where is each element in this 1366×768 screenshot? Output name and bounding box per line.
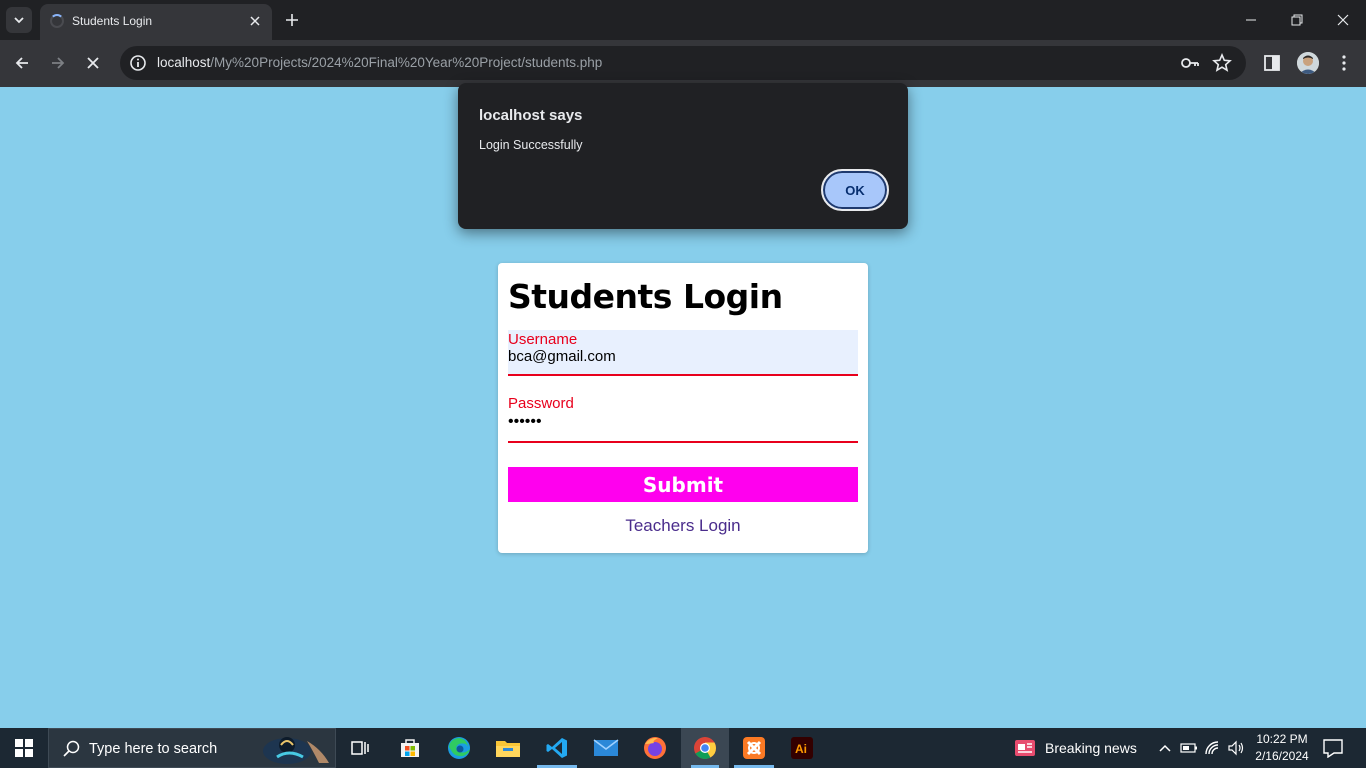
restore-button[interactable] <box>1274 0 1320 40</box>
illustrator-button[interactable]: Ai <box>778 728 826 768</box>
restore-icon <box>1291 14 1303 26</box>
task-view-button[interactable] <box>336 728 384 768</box>
speaker-icon <box>1228 740 1244 756</box>
password-field[interactable]: Password •••••• <box>508 394 858 443</box>
submit-button[interactable]: Submit <box>508 467 858 502</box>
vscode-button[interactable] <box>533 728 581 768</box>
chevron-up-icon <box>1159 744 1171 752</box>
battery-icon <box>1180 743 1197 753</box>
xampp-button[interactable] <box>730 728 778 768</box>
stop-icon <box>87 57 99 69</box>
task-view-icon <box>351 741 369 755</box>
chrome-icon <box>694 737 716 759</box>
search-placeholder: Type here to search <box>89 741 218 757</box>
windows-logo-icon <box>15 739 33 757</box>
svg-text:Ai: Ai <box>795 742 807 756</box>
minimize-button[interactable] <box>1228 0 1274 40</box>
username-field[interactable]: Username bca@gmail.com <box>508 330 858 376</box>
password-label: Password <box>508 395 574 412</box>
site-info-icon[interactable] <box>128 53 148 73</box>
notification-center-icon[interactable] <box>1322 738 1344 758</box>
close-icon <box>1337 14 1349 26</box>
url-text[interactable]: localhost/My%20Projects/2024%20Final%20Y… <box>157 55 602 70</box>
taskbar-search[interactable]: Type here to search <box>48 728 336 768</box>
search-highlight-art-icon <box>263 737 329 764</box>
firefox-icon <box>644 737 666 759</box>
xampp-icon <box>743 737 765 759</box>
chevron-down-icon <box>14 17 24 24</box>
minimize-icon <box>1246 19 1256 21</box>
news-text: Breaking news <box>1045 740 1137 756</box>
password-key-icon[interactable] <box>1180 54 1200 72</box>
address-bar[interactable]: localhost/My%20Projects/2024%20Final%20Y… <box>120 46 1246 80</box>
start-button[interactable] <box>0 728 48 768</box>
file-explorer-icon <box>496 741 520 757</box>
volume-indicator[interactable] <box>1226 738 1246 758</box>
loading-spinner-icon <box>50 14 64 28</box>
battery-indicator[interactable] <box>1179 738 1199 758</box>
edge-icon <box>448 737 470 759</box>
clock-date: 2/16/2024 <box>1255 749 1309 763</box>
forward-button[interactable] <box>46 51 70 75</box>
close-tab-icon[interactable] <box>246 12 264 30</box>
microsoft-store-button[interactable] <box>386 728 434 768</box>
news-widget[interactable]: Breaking news <box>1012 728 1142 768</box>
microsoft-store-icon <box>401 739 419 757</box>
ok-button[interactable]: OK <box>821 169 889 211</box>
back-button[interactable] <box>10 51 34 75</box>
browser-tab-bar: Students Login <box>0 0 1366 40</box>
new-tab-icon[interactable] <box>281 9 303 31</box>
teachers-login-link[interactable]: Teachers Login <box>498 516 868 536</box>
tab-title: Students Login <box>72 14 153 28</box>
dialog-title: localhost says <box>479 107 583 124</box>
mail-button[interactable] <box>582 728 630 768</box>
stop-loading-button[interactable] <box>81 51 105 75</box>
side-panel-icon[interactable] <box>1261 52 1283 74</box>
chrome-button[interactable] <box>681 728 729 768</box>
search-icon <box>63 740 80 757</box>
windows-taskbar: Type here to search Ai Breaking news 10:… <box>0 728 1366 768</box>
alert-dialog: localhost says Login Successfully OK <box>458 83 908 229</box>
show-hidden-icons-button[interactable] <box>1155 738 1175 758</box>
network-indicator[interactable] <box>1203 738 1223 758</box>
mail-icon <box>593 739 619 756</box>
profile-photo-icon <box>1297 52 1319 74</box>
username-input[interactable]: bca@gmail.com <box>508 348 858 365</box>
login-card: Students Login Username bca@gmail.com Pa… <box>498 263 868 553</box>
page-title: Students Login <box>508 277 783 316</box>
bookmark-star-icon[interactable] <box>1212 53 1232 73</box>
vscode-icon <box>546 738 567 758</box>
system-clock[interactable]: 10:22 PM 2/16/2024 <box>1246 731 1318 765</box>
clock-time: 10:22 PM <box>1256 732 1308 746</box>
password-input[interactable]: •••••• <box>508 413 858 431</box>
wifi-icon <box>1205 741 1219 755</box>
edge-button[interactable] <box>435 728 483 768</box>
forward-arrow-icon <box>52 57 65 69</box>
close-window-button[interactable] <box>1320 0 1366 40</box>
firefox-button[interactable] <box>631 728 679 768</box>
dialog-message: Login Successfully <box>479 138 583 152</box>
more-menu-icon[interactable] <box>1333 52 1355 74</box>
username-label: Username <box>508 331 578 348</box>
browser-toolbar: localhost/My%20Projects/2024%20Final%20Y… <box>0 40 1366 87</box>
browser-tab[interactable]: Students Login <box>40 4 272 40</box>
profile-avatar[interactable] <box>1297 52 1319 74</box>
illustrator-icon: Ai <box>791 737 813 759</box>
back-arrow-icon <box>15 57 28 69</box>
news-icon <box>1015 740 1035 756</box>
tab-search-button[interactable] <box>6 7 32 33</box>
file-explorer-button[interactable] <box>484 728 532 768</box>
